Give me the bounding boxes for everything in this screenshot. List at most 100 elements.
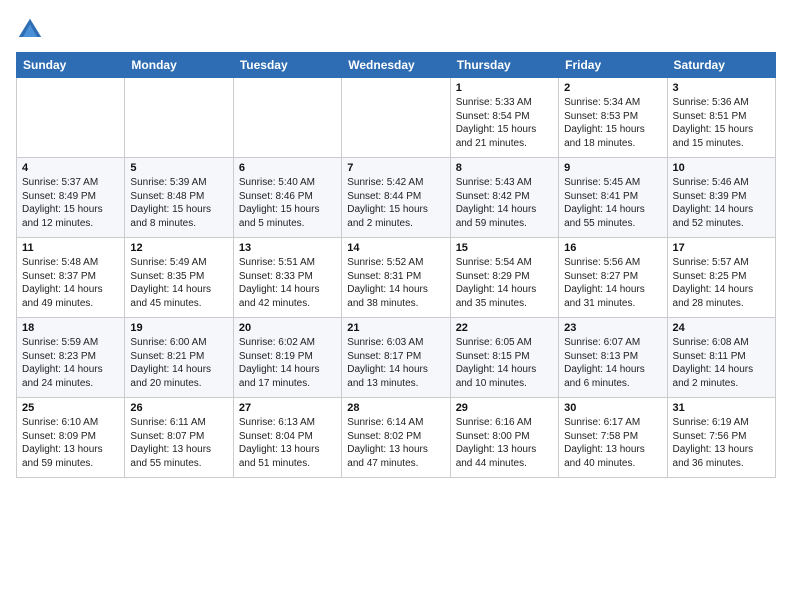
- day-number: 30: [564, 402, 661, 414]
- day-cell: 11 Sunrise: 5:48 AM Sunset: 8:37 PM Dayli…: [17, 238, 125, 318]
- day-cell: 6Sunrise: 5:40 AM Sunset: 8:46 PM Daylig…: [233, 158, 341, 238]
- logo-icon: [16, 16, 44, 44]
- day-number: 23: [564, 322, 661, 334]
- col-header-saturday: Saturday: [667, 53, 775, 78]
- week-row-4: 25 Sunrise: 6:10 AM Sunset: 8:09 PM Dayli…: [17, 398, 776, 478]
- day-info: Sunrise: 5:37 AM Sunset: 8:49 PM Dayligh…: [22, 176, 119, 230]
- day-info: Sunrise: 6:07 AM Sunset: 8:13 PM Dayligh…: [564, 336, 661, 390]
- day-number: 2: [564, 82, 661, 94]
- day-cell: 10 Sunrise: 5:46 AM Sunset: 8:39 PM Dayli…: [667, 158, 775, 238]
- day-info: Sunrise: 5:49 AM Sunset: 8:35 PM Dayligh…: [130, 256, 227, 310]
- day-info: Sunrise: 5:46 AM Sunset: 8:39 PM Dayligh…: [673, 176, 770, 230]
- day-cell: 2 Sunrise: 5:34 AM Sunset: 8:53 PM Daylig…: [559, 78, 667, 158]
- day-cell: 25 Sunrise: 6:10 AM Sunset: 8:09 PM Dayli…: [17, 398, 125, 478]
- day-info: Sunrise: 5:48 AM Sunset: 8:37 PM Dayligh…: [22, 256, 119, 310]
- day-number: 1: [456, 82, 553, 94]
- day-number: 4: [22, 162, 119, 174]
- day-cell: 5Sunrise: 5:39 AM Sunset: 8:48 PM Daylig…: [125, 158, 233, 238]
- day-number: 12: [130, 242, 227, 254]
- day-cell: 16 Sunrise: 5:56 AM Sunset: 8:27 PM Dayli…: [559, 238, 667, 318]
- day-info: Sunrise: 6:17 AM Sunset: 7:58 PM Dayligh…: [564, 416, 661, 470]
- day-number: 22: [456, 322, 553, 334]
- day-info: Sunrise: 6:05 AM Sunset: 8:15 PM Dayligh…: [456, 336, 553, 390]
- day-cell: 15 Sunrise: 5:54 AM Sunset: 8:29 PM Dayli…: [450, 238, 558, 318]
- day-number: 11: [22, 242, 119, 254]
- day-info: Sunrise: 5:51 AM Sunset: 8:33 PM Dayligh…: [239, 256, 336, 310]
- day-cell: 27Sunrise: 6:13 AM Sunset: 8:04 PM Dayli…: [233, 398, 341, 478]
- week-row-2: 11 Sunrise: 5:48 AM Sunset: 8:37 PM Dayli…: [17, 238, 776, 318]
- day-info: Sunrise: 5:56 AM Sunset: 8:27 PM Dayligh…: [564, 256, 661, 310]
- week-row-1: 4 Sunrise: 5:37 AM Sunset: 8:49 PM Daylig…: [17, 158, 776, 238]
- day-cell: 19Sunrise: 6:00 AM Sunset: 8:21 PM Dayli…: [125, 318, 233, 398]
- day-number: 24: [673, 322, 770, 334]
- col-header-wednesday: Wednesday: [342, 53, 450, 78]
- day-number: 28: [347, 402, 444, 414]
- day-cell: 12 Sunrise: 5:49 AM Sunset: 8:35 PM Dayli…: [125, 238, 233, 318]
- col-header-tuesday: Tuesday: [233, 53, 341, 78]
- header-row: SundayMondayTuesdayWednesdayThursdayFrid…: [17, 53, 776, 78]
- day-info: Sunrise: 6:19 AM Sunset: 7:56 PM Dayligh…: [673, 416, 770, 470]
- day-info: Sunrise: 5:34 AM Sunset: 8:53 PM Dayligh…: [564, 96, 661, 150]
- day-number: 20: [239, 322, 336, 334]
- day-number: 10: [673, 162, 770, 174]
- week-row-3: 18 Sunrise: 5:59 AM Sunset: 8:23 PM Dayli…: [17, 318, 776, 398]
- day-cell: 20 Sunrise: 6:02 AM Sunset: 8:19 PM Dayli…: [233, 318, 341, 398]
- day-number: 19: [130, 322, 227, 334]
- day-number: 25: [22, 402, 119, 414]
- day-cell: 14 Sunrise: 5:52 AM Sunset: 8:31 PM Dayli…: [342, 238, 450, 318]
- day-cell: 22 Sunrise: 6:05 AM Sunset: 8:15 PM Dayli…: [450, 318, 558, 398]
- day-info: Sunrise: 6:10 AM Sunset: 8:09 PM Dayligh…: [22, 416, 119, 470]
- day-number: 31: [673, 402, 770, 414]
- day-number: 6: [239, 162, 336, 174]
- day-number: 3: [673, 82, 770, 94]
- day-number: 15: [456, 242, 553, 254]
- day-cell: [17, 78, 125, 158]
- day-number: 21: [347, 322, 444, 334]
- day-info: Sunrise: 5:59 AM Sunset: 8:23 PM Dayligh…: [22, 336, 119, 390]
- day-info: Sunrise: 5:45 AM Sunset: 8:41 PM Dayligh…: [564, 176, 661, 230]
- day-info: Sunrise: 6:16 AM Sunset: 8:00 PM Dayligh…: [456, 416, 553, 470]
- col-header-monday: Monday: [125, 53, 233, 78]
- day-cell: 17 Sunrise: 5:57 AM Sunset: 8:25 PM Dayli…: [667, 238, 775, 318]
- day-number: 18: [22, 322, 119, 334]
- day-number: 26: [130, 402, 227, 414]
- day-cell: 23 Sunrise: 6:07 AM Sunset: 8:13 PM Dayli…: [559, 318, 667, 398]
- day-info: Sunrise: 5:57 AM Sunset: 8:25 PM Dayligh…: [673, 256, 770, 310]
- page: SundayMondayTuesdayWednesdayThursdayFrid…: [0, 0, 792, 612]
- day-number: 16: [564, 242, 661, 254]
- day-info: Sunrise: 6:14 AM Sunset: 8:02 PM Dayligh…: [347, 416, 444, 470]
- day-number: 8: [456, 162, 553, 174]
- day-number: 14: [347, 242, 444, 254]
- day-cell: 24 Sunrise: 6:08 AM Sunset: 8:11 PM Dayli…: [667, 318, 775, 398]
- day-number: 27: [239, 402, 336, 414]
- day-cell: 4 Sunrise: 5:37 AM Sunset: 8:49 PM Daylig…: [17, 158, 125, 238]
- day-info: Sunrise: 5:39 AM Sunset: 8:48 PM Dayligh…: [130, 176, 227, 230]
- logo: [16, 16, 48, 44]
- day-number: 13: [239, 242, 336, 254]
- day-info: Sunrise: 5:33 AM Sunset: 8:54 PM Dayligh…: [456, 96, 553, 150]
- day-number: 17: [673, 242, 770, 254]
- day-info: Sunrise: 5:52 AM Sunset: 8:31 PM Dayligh…: [347, 256, 444, 310]
- day-number: 7: [347, 162, 444, 174]
- day-cell: 8 Sunrise: 5:43 AM Sunset: 8:42 PM Daylig…: [450, 158, 558, 238]
- calendar: SundayMondayTuesdayWednesdayThursdayFrid…: [16, 52, 776, 478]
- day-info: Sunrise: 6:03 AM Sunset: 8:17 PM Dayligh…: [347, 336, 444, 390]
- day-cell: 7 Sunrise: 5:42 AM Sunset: 8:44 PM Daylig…: [342, 158, 450, 238]
- day-cell: 3Sunrise: 5:36 AM Sunset: 8:51 PM Daylig…: [667, 78, 775, 158]
- day-cell: 30 Sunrise: 6:17 AM Sunset: 7:58 PM Dayli…: [559, 398, 667, 478]
- day-cell: 26 Sunrise: 6:11 AM Sunset: 8:07 PM Dayli…: [125, 398, 233, 478]
- col-header-sunday: Sunday: [17, 53, 125, 78]
- day-info: Sunrise: 6:11 AM Sunset: 8:07 PM Dayligh…: [130, 416, 227, 470]
- day-cell: 1 Sunrise: 5:33 AM Sunset: 8:54 PM Daylig…: [450, 78, 558, 158]
- day-cell: [342, 78, 450, 158]
- week-row-0: 1 Sunrise: 5:33 AM Sunset: 8:54 PM Daylig…: [17, 78, 776, 158]
- day-info: Sunrise: 5:54 AM Sunset: 8:29 PM Dayligh…: [456, 256, 553, 310]
- day-cell: 13 Sunrise: 5:51 AM Sunset: 8:33 PM Dayli…: [233, 238, 341, 318]
- col-header-friday: Friday: [559, 53, 667, 78]
- day-info: Sunrise: 5:42 AM Sunset: 8:44 PM Dayligh…: [347, 176, 444, 230]
- header: [16, 16, 776, 44]
- day-info: Sunrise: 6:08 AM Sunset: 8:11 PM Dayligh…: [673, 336, 770, 390]
- day-cell: 29Sunrise: 6:16 AM Sunset: 8:00 PM Dayli…: [450, 398, 558, 478]
- day-info: Sunrise: 5:43 AM Sunset: 8:42 PM Dayligh…: [456, 176, 553, 230]
- day-info: Sunrise: 6:02 AM Sunset: 8:19 PM Dayligh…: [239, 336, 336, 390]
